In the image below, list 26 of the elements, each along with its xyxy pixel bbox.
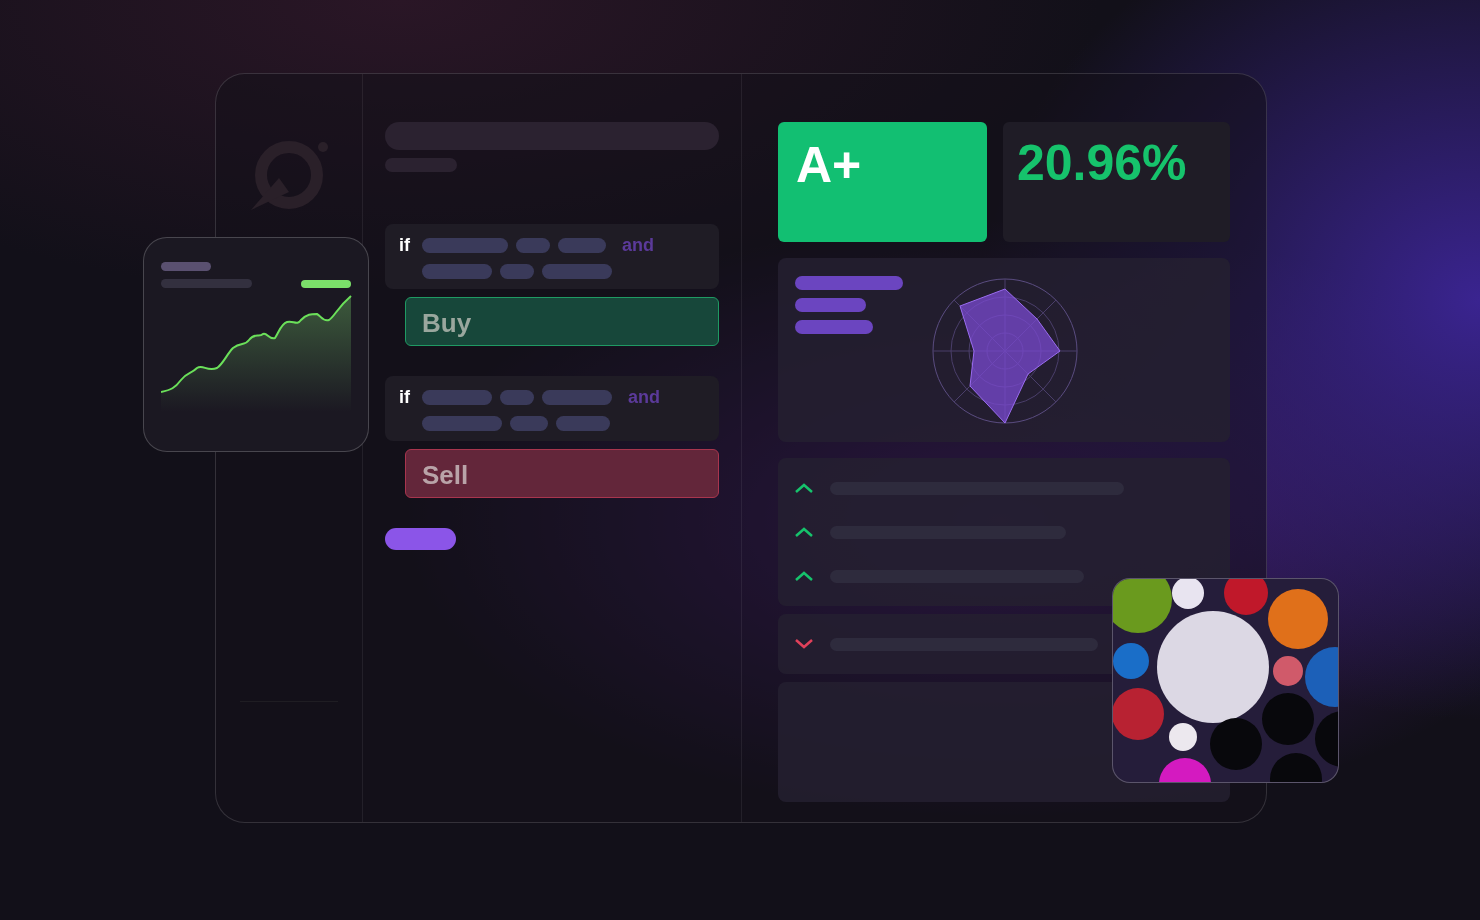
- placeholder-bar: [542, 389, 612, 405]
- placeholder-bar: [558, 237, 606, 253]
- placeholder-bar: [500, 264, 534, 279]
- placeholder-bar: [161, 262, 211, 271]
- placeholder-bar: [422, 264, 492, 279]
- placeholder-bar: [301, 279, 351, 288]
- placeholder-bar: [516, 237, 550, 253]
- add-button[interactable]: [385, 528, 456, 550]
- conjunction-label: and: [628, 386, 660, 408]
- grade-badge: A+: [778, 122, 987, 242]
- keyword-label: if: [399, 234, 410, 257]
- placeholder-bar: [422, 389, 492, 405]
- sell-action[interactable]: Sell: [405, 449, 719, 498]
- placeholder-bar: [556, 416, 610, 431]
- placeholder-bar: [542, 264, 612, 279]
- chevron-up-icon: [794, 482, 814, 494]
- return-value: 20.96%: [1003, 122, 1230, 242]
- conjunction-label: and: [622, 234, 654, 256]
- placeholder-bar: [500, 389, 534, 405]
- chevron-down-icon: [794, 638, 814, 650]
- chevron-up-icon: [794, 570, 814, 582]
- buy-action[interactable]: Buy: [405, 297, 719, 346]
- placeholder-bar: [795, 298, 866, 312]
- keyword-label: if: [399, 386, 410, 409]
- chevron-up-icon: [794, 526, 814, 538]
- placeholder-bar: [510, 416, 548, 431]
